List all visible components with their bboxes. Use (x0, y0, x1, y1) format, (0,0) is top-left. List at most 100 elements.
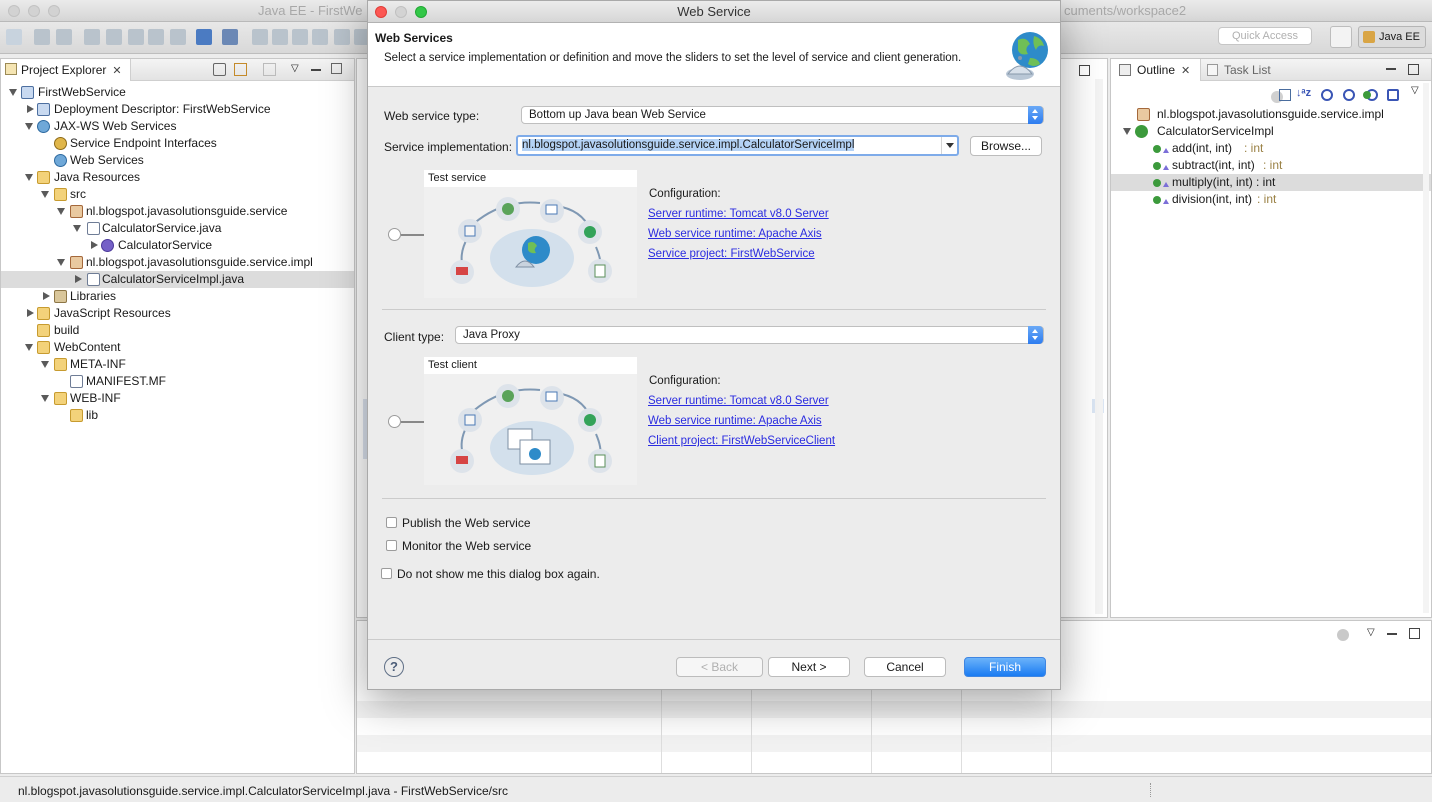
tree-item-web-inf[interactable]: WEB-INF (1, 390, 354, 407)
next-button[interactable]: Next > (768, 657, 850, 677)
service-level-slider-knob[interactable] (388, 228, 401, 241)
service-type-select[interactable]: Bottom up Java bean Web Service (521, 106, 1044, 124)
close-tab-icon[interactable]: ✕ (112, 65, 121, 77)
maximize-view-icon[interactable] (331, 63, 342, 74)
pause-icon[interactable] (272, 29, 288, 45)
minimize-view-icon[interactable] (311, 69, 321, 71)
zoom-icon[interactable] (415, 6, 427, 18)
tree-item-web-services[interactable]: Web Services (1, 152, 354, 169)
monitor-checkbox[interactable] (386, 540, 397, 551)
view-menu-icon[interactable]: ▽ (1411, 85, 1419, 96)
finish-button[interactable]: Finish (964, 657, 1046, 677)
tree-item-java-resources[interactable]: Java Resources (1, 169, 354, 186)
tab-project-explorer[interactable]: Project Explorer ✕ (1, 59, 131, 81)
tree-item-lib[interactable]: lib (1, 407, 354, 424)
focus-icon[interactable] (263, 63, 276, 76)
hide-local-types-icon[interactable] (1387, 89, 1399, 101)
terminal-icon[interactable] (196, 29, 212, 45)
divider (368, 639, 1060, 640)
run-icon[interactable] (252, 29, 268, 45)
maximize-view-icon[interactable] (1408, 64, 1419, 75)
console-icon[interactable] (1337, 629, 1349, 641)
hide-static-icon[interactable] (1343, 89, 1355, 101)
service-impl-input[interactable]: nl.blogspot.javasolutionsguide.service.i… (516, 135, 959, 156)
public-members-icon[interactable] (1363, 91, 1371, 99)
chevron-down-icon[interactable] (941, 137, 957, 154)
client-project-link[interactable]: Client project: FirstWebServiceClient (648, 435, 835, 447)
tree-item-calculator-service[interactable]: CalculatorService (1, 237, 354, 254)
collapse-all-icon[interactable] (213, 63, 226, 76)
outline-package[interactable]: nl.blogspot.javasolutionsguide.service.i… (1111, 106, 1431, 123)
outline-class[interactable]: CalculatorServiceImpl (1111, 123, 1431, 140)
collapse-all-icon[interactable] (1279, 89, 1291, 101)
browse-button[interactable]: Browse... (970, 136, 1042, 156)
publish-icon[interactable] (170, 29, 186, 45)
tree-item-project[interactable]: FirstWebService (1, 84, 354, 101)
help-button[interactable]: ? (384, 657, 404, 677)
minimize-view-icon[interactable] (1387, 633, 1397, 635)
close-window-icon[interactable] (8, 5, 20, 17)
save-icon[interactable] (34, 29, 50, 45)
tree-item-meta-inf[interactable]: META-INF (1, 356, 354, 373)
new-icon[interactable] (6, 29, 22, 45)
tree-item-endpoint-interfaces[interactable]: Service Endpoint Interfaces (1, 135, 354, 152)
java-ee-perspective-button[interactable]: Java EE (1358, 26, 1426, 48)
tree-item-jaxws[interactable]: JAX-WS Web Services (1, 118, 354, 135)
cancel-button[interactable]: Cancel (864, 657, 946, 677)
close-icon[interactable] (375, 6, 387, 18)
outline-method[interactable]: subtract(int, int) : int (1111, 157, 1431, 174)
tree-item-calculator-service-java[interactable]: CalculatorService.java (1, 220, 354, 237)
server-icon[interactable] (148, 29, 164, 45)
open-perspective-icon[interactable] (1330, 26, 1352, 48)
tree-item-libraries[interactable]: Libraries (1, 288, 354, 305)
link-with-editor-icon[interactable] (234, 63, 247, 76)
zoom-window-icon[interactable] (48, 5, 60, 17)
quick-access-field[interactable]: Quick Access (1218, 27, 1312, 45)
project-explorer-icon (5, 63, 17, 75)
client-server-runtime-link[interactable]: Server runtime: Tomcat v8.0 Server (648, 395, 829, 407)
tree-item-webcontent[interactable]: WebContent (1, 339, 354, 356)
outline-scrollbar[interactable] (1423, 83, 1429, 613)
tree-item-service-package[interactable]: nl.blogspot.javasolutionsguide.service (1, 203, 354, 220)
maximize-view-icon[interactable] (1409, 628, 1420, 639)
hide-fields-icon[interactable] (1321, 89, 1333, 101)
outline-method-selected[interactable]: multiply(int, int) : int (1111, 174, 1431, 191)
client-level-slider-knob[interactable] (388, 415, 401, 428)
service-project-link[interactable]: Service project: FirstWebService (648, 248, 815, 260)
service-ws-runtime-link[interactable]: Web service runtime: Apache Axis (648, 228, 822, 240)
sort-icon[interactable]: ↓ᵃz (1296, 87, 1311, 99)
minimize-icon[interactable] (395, 6, 407, 18)
save-all-icon[interactable] (56, 29, 72, 45)
tree-item-src[interactable]: src (1, 186, 354, 203)
tree-item-impl-package[interactable]: nl.blogspot.javasolutionsguide.service.i… (1, 254, 354, 271)
client-ws-runtime-link[interactable]: Web service runtime: Apache Axis (648, 415, 822, 427)
maximize-editor-icon[interactable] (1079, 65, 1090, 76)
back-button[interactable]: < Back (676, 657, 763, 677)
outline-method[interactable]: add(int, int) : int (1111, 140, 1431, 157)
minimize-view-icon[interactable] (1386, 68, 1396, 70)
tab-task-list[interactable]: Task List (1207, 59, 1271, 81)
disconnect-icon[interactable] (312, 29, 328, 45)
publish-checkbox[interactable] (386, 517, 397, 528)
view-menu-icon[interactable]: ▽ (1367, 627, 1375, 638)
minimize-window-icon[interactable] (28, 5, 40, 17)
editor-scrollbar[interactable] (1095, 79, 1103, 614)
close-tab-icon[interactable]: ✕ (1181, 65, 1190, 77)
no-debug-icon[interactable] (222, 29, 238, 45)
service-server-runtime-link[interactable]: Server runtime: Tomcat v8.0 Server (648, 208, 829, 220)
tree-item-manifest[interactable]: MANIFEST.MF (1, 373, 354, 390)
tree-item-calculator-service-impl-java[interactable]: CalculatorServiceImpl.java (1, 271, 354, 288)
step-into-icon[interactable] (334, 29, 350, 45)
link-icon[interactable] (128, 29, 144, 45)
tab-outline[interactable]: Outline ✕ (1111, 59, 1201, 81)
stop-icon[interactable] (292, 29, 308, 45)
view-menu-icon[interactable]: ▽ (291, 63, 299, 74)
tree-item-build[interactable]: build (1, 322, 354, 339)
dont-show-checkbox[interactable] (381, 568, 392, 579)
tree-item-deployment-descriptor[interactable]: Deployment Descriptor: FirstWebService (1, 101, 354, 118)
skip-breakpoints-icon[interactable] (106, 29, 122, 45)
tree-item-javascript-resources[interactable]: JavaScript Resources (1, 305, 354, 322)
client-type-select[interactable]: Java Proxy (455, 326, 1044, 344)
toggle-breakpoint-icon[interactable] (84, 29, 100, 45)
outline-method[interactable]: division(int, int) : int (1111, 191, 1431, 208)
